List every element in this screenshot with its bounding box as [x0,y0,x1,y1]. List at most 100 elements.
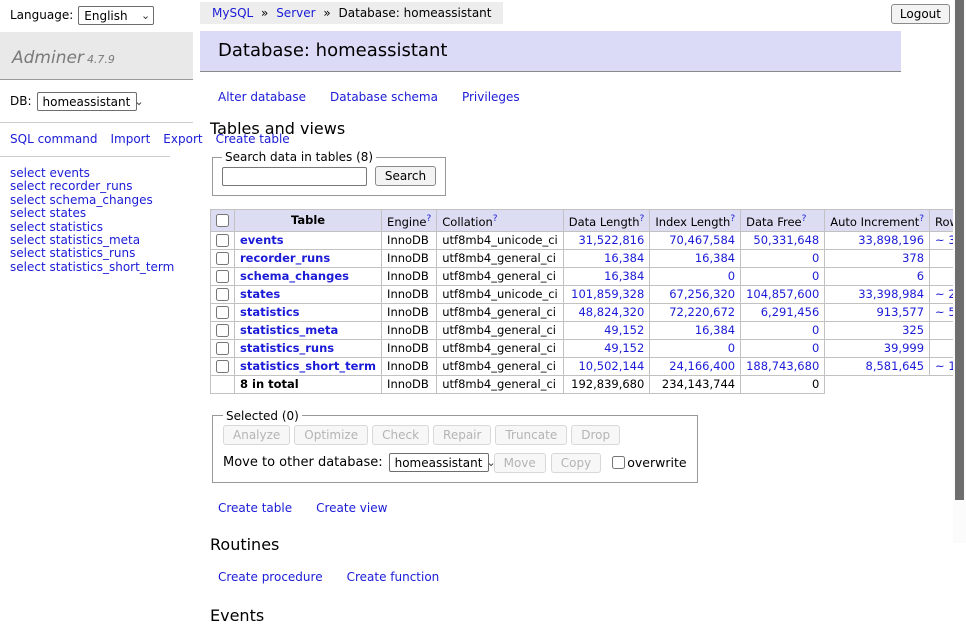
data-free-link-statistics[interactable]: 6,291,456 [761,305,820,319]
row-checkbox-states[interactable] [216,288,229,301]
breadcrumb-mysql[interactable]: MySQL [212,6,253,20]
data-free-link-recorder-runs[interactable]: 0 [812,251,819,265]
data-length-link-recorder-runs[interactable]: 16,384 [604,251,644,265]
copy-button[interactable]: Copy [551,453,601,473]
column-help-link-index-length[interactable]: ? [730,214,735,224]
routine-create-procedure[interactable]: Create procedure [218,570,323,584]
index-length-link-statistics-runs[interactable]: 0 [728,341,735,355]
data-free-link-statistics-meta[interactable]: 0 [812,323,819,337]
data-length-link-schema-changes[interactable]: 16,384 [604,269,644,283]
data-free-link-states[interactable]: 104,857,600 [746,287,819,301]
auto-increment-link-states[interactable]: 33,398,984 [858,287,924,301]
table-link-recorder-runs[interactable]: recorder_runs [49,179,132,193]
auto-increment-link-recorder-runs[interactable]: 378 [902,251,924,265]
row-checkbox-events[interactable] [216,234,229,247]
auto-increment-link-events[interactable]: 33,898,196 [858,233,924,247]
table-link-events[interactable]: events [49,166,89,180]
column-help-link-auto-increment[interactable]: ? [919,214,924,224]
overwrite-checkbox[interactable] [612,456,625,469]
routine-create-function[interactable]: Create function [347,570,440,584]
index-length-link-statistics[interactable]: 72,220,672 [669,305,735,319]
optimize-button[interactable]: Optimize [294,425,368,445]
select-link-statistics[interactable]: select [10,220,46,234]
index-length-link-schema-changes[interactable]: 0 [728,269,735,283]
select-link-events[interactable]: select [10,166,46,180]
sidebar-link-import[interactable]: Import [110,132,150,146]
data-length-link-statistics-runs[interactable]: 49,152 [604,341,644,355]
index-length-link-statistics-short-term[interactable]: 24,166,400 [669,359,735,373]
table-link-statistics-meta[interactable]: statistics_meta [49,233,140,247]
db-select[interactable]: homeassistant⌄ [37,92,137,111]
auto-increment-link-statistics-runs[interactable]: 39,999 [884,341,924,355]
auto-increment-link-schema-changes[interactable]: 6 [917,269,924,283]
table-name-link-statistics-runs[interactable]: statistics_runs [240,341,334,355]
auto-increment-link-statistics-meta[interactable]: 325 [902,323,924,337]
table-name-link-recorder-runs[interactable]: recorder_runs [240,251,330,265]
data-free-link-schema-changes[interactable]: 0 [812,269,819,283]
table-name-link-statistics-meta[interactable]: statistics_meta [240,323,338,337]
db-action-alter-database[interactable]: Alter database [218,90,306,104]
auto-increment-link-statistics-short-term[interactable]: 8,581,645 [866,359,925,373]
data-length-link-statistics[interactable]: 48,824,320 [578,305,644,319]
create-create-view[interactable]: Create view [316,501,387,515]
auto-increment-link-statistics[interactable]: 913,577 [876,305,924,319]
select-link-statistics-runs[interactable]: select [10,246,46,260]
data-free-link-statistics-short-term[interactable]: 188,743,680 [746,359,819,373]
select-link-states[interactable]: select [10,206,46,220]
sidebar-link-export[interactable]: Export [163,132,202,146]
check-button[interactable]: Check [372,425,429,445]
row-checkbox-statistics-meta[interactable] [216,324,229,337]
breadcrumb-server[interactable]: Server [276,6,315,20]
data-length-link-statistics-meta[interactable]: 49,152 [604,323,644,337]
index-length-link-states[interactable]: 67,256,320 [669,287,735,301]
logout-button[interactable]: Logout [891,4,950,24]
select-link-statistics-short-term[interactable]: select [10,260,46,274]
search-input[interactable] [222,167,367,186]
data-free-link-statistics-runs[interactable]: 0 [812,341,819,355]
drop-button[interactable]: Drop [571,425,620,445]
analyze-button[interactable]: Analyze [223,425,290,445]
column-help-link-engine[interactable]: ? [426,214,431,224]
column-help-link-collation[interactable]: ? [493,214,498,224]
truncate-button[interactable]: Truncate [495,425,567,445]
db-action-database-schema[interactable]: Database schema [330,90,438,104]
column-help-link-data-free[interactable]: ? [802,214,807,224]
vertical-scrollbar[interactable] [953,0,966,543]
move-db-select[interactable]: homeassistant⌄ [389,453,489,472]
db-action-privileges[interactable]: Privileges [462,90,520,104]
index-length-link-events[interactable]: 70,467,584 [669,233,735,247]
overwrite-label[interactable]: overwrite [627,455,686,470]
table-link-statistics-short-term[interactable]: statistics_short_term [49,260,174,274]
table-link-schema-changes[interactable]: schema_changes [49,193,152,207]
adminer-logo[interactable]: Adminer [12,48,84,68]
row-checkbox-recorder-runs[interactable] [216,252,229,265]
search-button[interactable]: Search [375,166,436,186]
language-select[interactable]: English⌄ [78,6,154,25]
data-length-link-statistics-short-term[interactable]: 10,502,144 [578,359,644,373]
data-length-link-events[interactable]: 31,522,816 [578,233,644,247]
repair-button[interactable]: Repair [433,425,491,445]
table-name-link-events[interactable]: events [240,233,284,247]
data-free-link-events[interactable]: 50,331,648 [753,233,819,247]
create-create-table[interactable]: Create table [218,501,292,515]
row-checkbox-statistics-runs[interactable] [216,342,229,355]
row-checkbox-schema-changes[interactable] [216,270,229,283]
table-link-states[interactable]: states [49,206,86,220]
select-link-recorder-runs[interactable]: select [10,179,46,193]
select-all-checkbox[interactable] [216,214,229,227]
table-name-link-schema-changes[interactable]: schema_changes [240,269,349,283]
index-length-link-statistics-meta[interactable]: 16,384 [695,323,735,337]
select-link-statistics-meta[interactable]: select [10,233,46,247]
column-help-link-data-length[interactable]: ? [640,214,645,224]
row-checkbox-statistics[interactable] [216,306,229,319]
table-name-link-states[interactable]: states [240,287,280,301]
table-link-statistics-runs[interactable]: statistics_runs [49,246,135,260]
scrollbar-thumb[interactable] [955,0,964,500]
select-link-schema-changes[interactable]: select [10,193,46,207]
index-length-link-recorder-runs[interactable]: 16,384 [695,251,735,265]
row-checkbox-statistics-short-term[interactable] [216,360,229,373]
move-button[interactable]: Move [494,453,546,473]
table-name-link-statistics[interactable]: statistics [240,305,300,319]
table-link-statistics[interactable]: statistics [49,220,103,234]
sidebar-link-sql-command[interactable]: SQL command [10,132,97,146]
